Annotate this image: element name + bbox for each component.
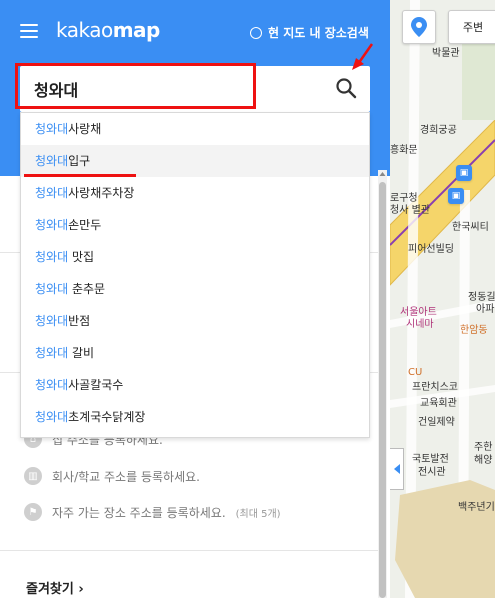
- bus-stop-icon[interactable]: ▣: [448, 188, 464, 204]
- suggestion-match: 청와대: [35, 186, 69, 200]
- suggestion-item[interactable]: 청와대사골칼국수: [21, 369, 369, 401]
- collapse-panel-button[interactable]: [390, 448, 404, 490]
- suggestion-item[interactable]: 청와대손만두: [21, 209, 369, 241]
- suggestion-match: 청와대: [35, 218, 69, 232]
- suggestion-rest: 맛집: [68, 250, 95, 264]
- map-label: 정동길: [468, 292, 495, 303]
- map-label: 경희궁공: [420, 125, 457, 136]
- frequent-place-text: 자주 가는 장소 주소를 등록하세요.: [52, 505, 226, 520]
- suggestion-item[interactable]: 청와대초계국수닭계장: [21, 401, 369, 433]
- suggestion-rest: 사랑채: [68, 122, 102, 136]
- search-input[interactable]: [26, 70, 316, 108]
- map-label: 서울아트: [400, 307, 437, 318]
- suggestion-match: 청와대: [35, 314, 69, 328]
- chevron-left-icon: [393, 464, 400, 474]
- search-box: [20, 66, 370, 112]
- scrollbar[interactable]: [378, 170, 387, 598]
- search-icon[interactable]: [334, 76, 358, 100]
- suggestion-match: 청와대: [35, 122, 69, 136]
- frequent-place-limit: (최대 5개): [235, 508, 281, 520]
- suggestion-rest: 손만두: [68, 218, 102, 232]
- menu-icon[interactable]: [20, 24, 38, 38]
- scroll-up-icon[interactable]: [379, 170, 386, 178]
- mylocation-button[interactable]: [402, 10, 436, 44]
- annotation-underline: [24, 174, 136, 177]
- suggestion-item[interactable]: 청와대입구: [21, 145, 369, 177]
- map-label: CU: [408, 367, 423, 378]
- map-label: 박물관: [432, 48, 460, 59]
- map-label: 아파: [476, 304, 495, 315]
- suggestion-match: 청와대: [35, 410, 69, 424]
- suggestion-match: 청와대: [35, 346, 69, 360]
- scroll-thumb[interactable]: [379, 182, 386, 598]
- work-address-row[interactable]: ▥ 회사/학교 주소를 등록하세요.: [24, 467, 200, 485]
- map-label: 해양: [474, 455, 493, 466]
- map-label: 전시관: [418, 467, 446, 478]
- suggestion-match: 청와대: [35, 282, 69, 296]
- work-address-text: 회사/학교 주소를 등록하세요.: [52, 469, 200, 484]
- suggestion-item[interactable]: 청와대반점: [21, 305, 369, 337]
- suggestion-rest: 사골칼국수: [68, 378, 124, 392]
- suggestion-item[interactable]: 청와대사랑채주차장: [21, 177, 369, 209]
- suggestion-match: 청와대: [35, 378, 69, 392]
- map-label: 백주년기: [458, 502, 495, 513]
- map-label: 로구청: [390, 193, 418, 204]
- nearby-button-label: 주변: [462, 21, 484, 34]
- radio-icon: [250, 26, 262, 39]
- suggestion-rest: 춘추문: [68, 282, 106, 296]
- map-label: 흥화문: [390, 145, 418, 156]
- map-label: 청사 별관: [390, 205, 430, 216]
- map-label: 한암동: [460, 325, 488, 336]
- map-label: 시네마: [406, 319, 434, 330]
- flag-icon: ⚑: [24, 503, 42, 521]
- area-search-toggle[interactable]: 현 지도 내 장소검색: [250, 24, 369, 41]
- bus-stop-icon[interactable]: ▣: [456, 165, 472, 181]
- map-label: 교육회관: [420, 398, 457, 409]
- map-view[interactable]: 주변 박물관 경희궁공 흥화문 ▣ ▣ 로구청 청사 별관 한국씨티 피어선빌딩…: [390, 0, 495, 598]
- map-label: 프란치스코: [412, 382, 458, 393]
- suggestion-item[interactable]: 청와대 춘추문: [21, 273, 369, 305]
- location-pin-icon: [411, 17, 427, 37]
- map-label: 국토발전: [412, 454, 449, 465]
- frequent-place-row[interactable]: ⚑ 자주 가는 장소 주소를 등록하세요. (최대 5개): [24, 503, 281, 521]
- kakaomap-logo[interactable]: kakaomap: [56, 18, 160, 42]
- suggestion-rest: 입구: [68, 154, 91, 168]
- map-label: 주한: [474, 442, 493, 453]
- suggestion-rest: 갈비: [68, 346, 95, 360]
- suggestion-item[interactable]: 청와대 맛집: [21, 241, 369, 273]
- divider: [0, 550, 378, 551]
- suggestion-item[interactable]: 청와대사랑채: [21, 113, 369, 145]
- bookmarks-link[interactable]: 즐겨찾기 ›: [26, 578, 84, 597]
- search-panel: kakaomap 현 지도 내 장소검색 청와대사랑채청와대입구청와대사랑채주차…: [0, 0, 390, 598]
- building-icon: ▥: [24, 467, 42, 485]
- map-label: 피어선빌딩: [408, 244, 454, 255]
- suggestion-rest: 반점: [68, 314, 91, 328]
- area-search-label: 현 지도 내 장소검색: [268, 26, 369, 40]
- suggestion-rest: 사랑채주차장: [68, 186, 135, 200]
- nearby-button[interactable]: 주변: [448, 10, 495, 44]
- suggestion-match: 청와대: [35, 154, 69, 168]
- suggestion-match: 청와대: [35, 250, 69, 264]
- suggestion-item[interactable]: 청와대 갈비: [21, 337, 369, 369]
- suggestion-list: 청와대사랑채 청와대입구 청와대사랑채주차장 청와대손만두 청와대 맛집 청와대 춘추문 청…: [20, 112, 370, 438]
- suggestion-rest: 초계국수닭계장: [68, 410, 146, 424]
- map-label: 한국씨티: [452, 222, 489, 233]
- map-label: 건일제약: [418, 417, 455, 428]
